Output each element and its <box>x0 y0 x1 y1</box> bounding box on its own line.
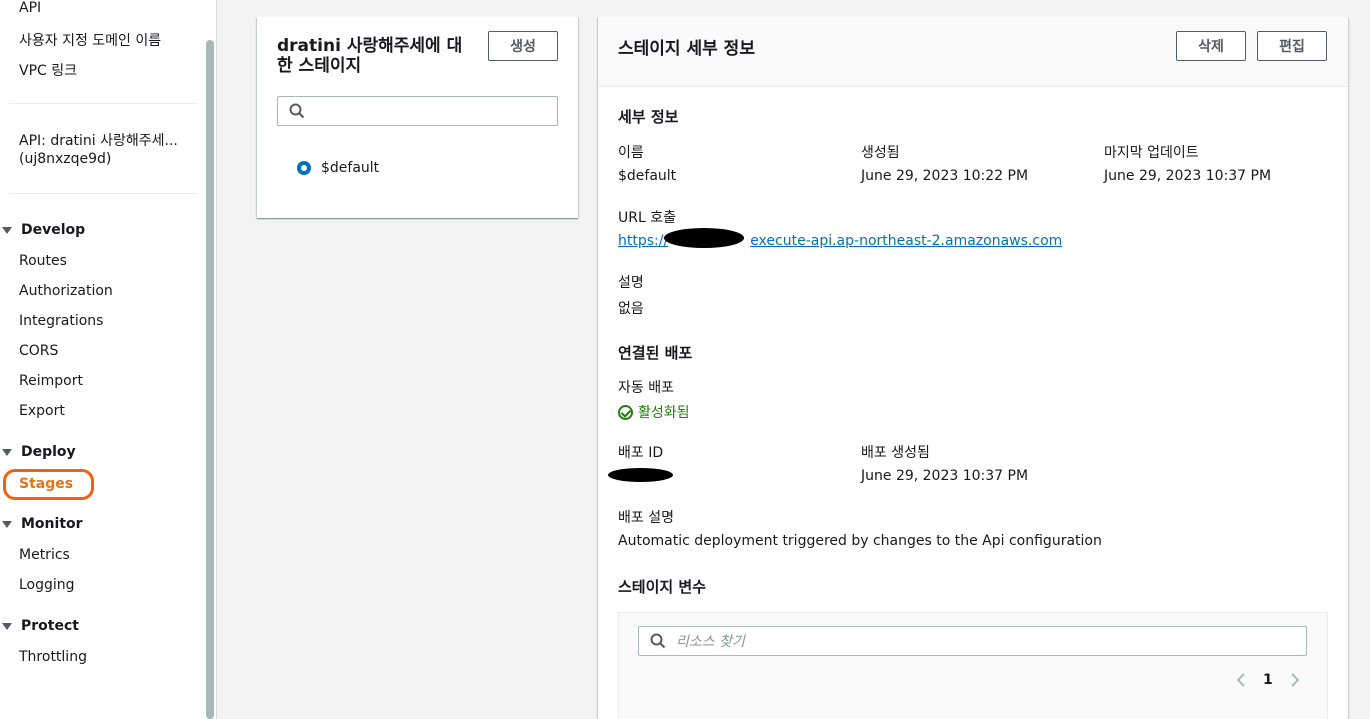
sidebar-section-label: Monitor <box>21 516 83 532</box>
sidebar-section-label: Protect <box>21 618 79 634</box>
deploy-created-value: June 29, 2023 10:37 PM <box>861 468 1029 484</box>
sidebar-item-reimport[interactable]: Reimport <box>19 373 83 389</box>
delete-button[interactable]: 삭제 <box>1176 31 1246 61</box>
auto-deploy-value: 활성화됨 <box>638 405 690 421</box>
search-icon <box>289 103 305 119</box>
sidebar-api-id: (uj8nxzqe9d) <box>19 151 112 167</box>
stages-panel-title: dratini 사랑해주세에 대한 스테이지 <box>277 36 463 76</box>
sidebar-section-protect[interactable]: Protect <box>0 618 79 634</box>
auto-deploy-status: 활성화됨 <box>618 402 690 422</box>
sidebar-item-export[interactable]: Export <box>19 403 65 419</box>
stage-name-label: $default <box>321 160 380 176</box>
chevron-left-icon[interactable] <box>1235 672 1249 688</box>
sidebar-item-api[interactable]: API <box>19 0 41 16</box>
caret-down-icon <box>2 226 12 234</box>
redaction-mark <box>608 468 673 482</box>
description-value: 없음 <box>618 301 644 317</box>
section-vars-heading: 스테이지 변수 <box>618 578 707 596</box>
sidebar-item-stages[interactable]: Stages <box>19 476 73 492</box>
stage-radio-default[interactable]: $default <box>297 160 379 176</box>
sidebar-divider <box>9 103 197 104</box>
search-placeholder: 리소스 찾기 <box>676 634 745 650</box>
caret-down-icon <box>2 520 12 528</box>
created-value: June 29, 2023 10:22 PM <box>861 168 1029 184</box>
url-label: URL 호출 <box>618 210 676 226</box>
pagination: 1 <box>1235 672 1301 688</box>
sidebar-item-cors[interactable]: CORS <box>19 343 58 359</box>
sidebar-item-throttling[interactable]: Throttling <box>19 649 87 665</box>
sidebar-section-monitor[interactable]: Monitor <box>0 516 83 532</box>
details-header: 스테이지 세부 정보 삭제 편집 <box>598 17 1348 87</box>
deploy-desc-value: Automatic deployment triggered by change… <box>618 533 1102 549</box>
sidebar-section-label: Develop <box>21 222 86 238</box>
sidebar-section-develop[interactable]: Develop <box>0 222 85 238</box>
resource-search-input[interactable]: 리소스 찾기 <box>638 626 1307 656</box>
updated-label: 마지막 업데이트 <box>1104 145 1199 161</box>
sidebar-item-authorization[interactable]: Authorization <box>19 283 113 299</box>
sidebar-item-metrics[interactable]: Metrics <box>19 547 70 563</box>
chevron-right-icon[interactable] <box>1287 672 1301 688</box>
url-suffix: execute-api.ap-northeast-2.amazonaws.com <box>750 233 1063 249</box>
stage-search-input[interactable] <box>277 96 558 126</box>
deploy-desc-label: 배포 설명 <box>618 510 674 526</box>
edit-button[interactable]: 편집 <box>1257 31 1327 61</box>
details-title: 스테이지 세부 정보 <box>618 39 755 59</box>
sidebar-nav: API 사용자 지정 도메인 이름 VPC 링크 API: dratini 사랑… <box>0 0 217 719</box>
search-icon <box>650 633 666 649</box>
sidebar-scrollbar[interactable] <box>206 40 214 719</box>
name-label: 이름 <box>618 145 644 161</box>
sidebar-divider <box>9 193 197 194</box>
sidebar-section-label: Deploy <box>21 444 76 460</box>
sidebar-item-logging[interactable]: Logging <box>19 577 75 593</box>
check-circle-icon <box>618 404 633 420</box>
caret-down-icon <box>2 622 12 630</box>
sidebar-item-integrations[interactable]: Integrations <box>19 313 103 329</box>
auto-deploy-label: 자동 배포 <box>618 380 674 396</box>
deploy-created-label: 배포 생성됨 <box>861 445 930 461</box>
section-details-heading: 세부 정보 <box>618 108 679 126</box>
sidebar-item-custom-domains[interactable]: 사용자 지정 도메인 이름 <box>19 30 161 50</box>
sidebar-item-vpc-links[interactable]: VPC 링크 <box>19 60 77 80</box>
name-value: $default <box>618 168 677 184</box>
caret-down-icon <box>2 448 12 456</box>
stage-details-panel: 스테이지 세부 정보 삭제 편집 세부 정보 이름 $default 생성됨 J… <box>598 17 1348 719</box>
description-label: 설명 <box>618 275 644 291</box>
radio-selected-icon[interactable] <box>297 161 311 175</box>
redaction-mark <box>664 228 744 248</box>
section-deploy-heading: 연결된 배포 <box>618 344 693 362</box>
sidebar-item-routes[interactable]: Routes <box>19 253 67 269</box>
page-number[interactable]: 1 <box>1263 672 1273 688</box>
create-stage-button[interactable]: 생성 <box>488 31 558 61</box>
updated-value: June 29, 2023 10:37 PM <box>1104 168 1272 184</box>
stages-panel: dratini 사랑해주세에 대한 스테이지 생성 $default <box>257 17 578 218</box>
sidebar-section-deploy[interactable]: Deploy <box>0 444 76 460</box>
url-prefix: https:// <box>618 233 669 249</box>
created-label: 생성됨 <box>861 145 900 161</box>
deploy-id-label: 배포 ID <box>618 445 664 461</box>
sidebar-api-name: API: dratini 사랑해주세... <box>19 133 178 149</box>
